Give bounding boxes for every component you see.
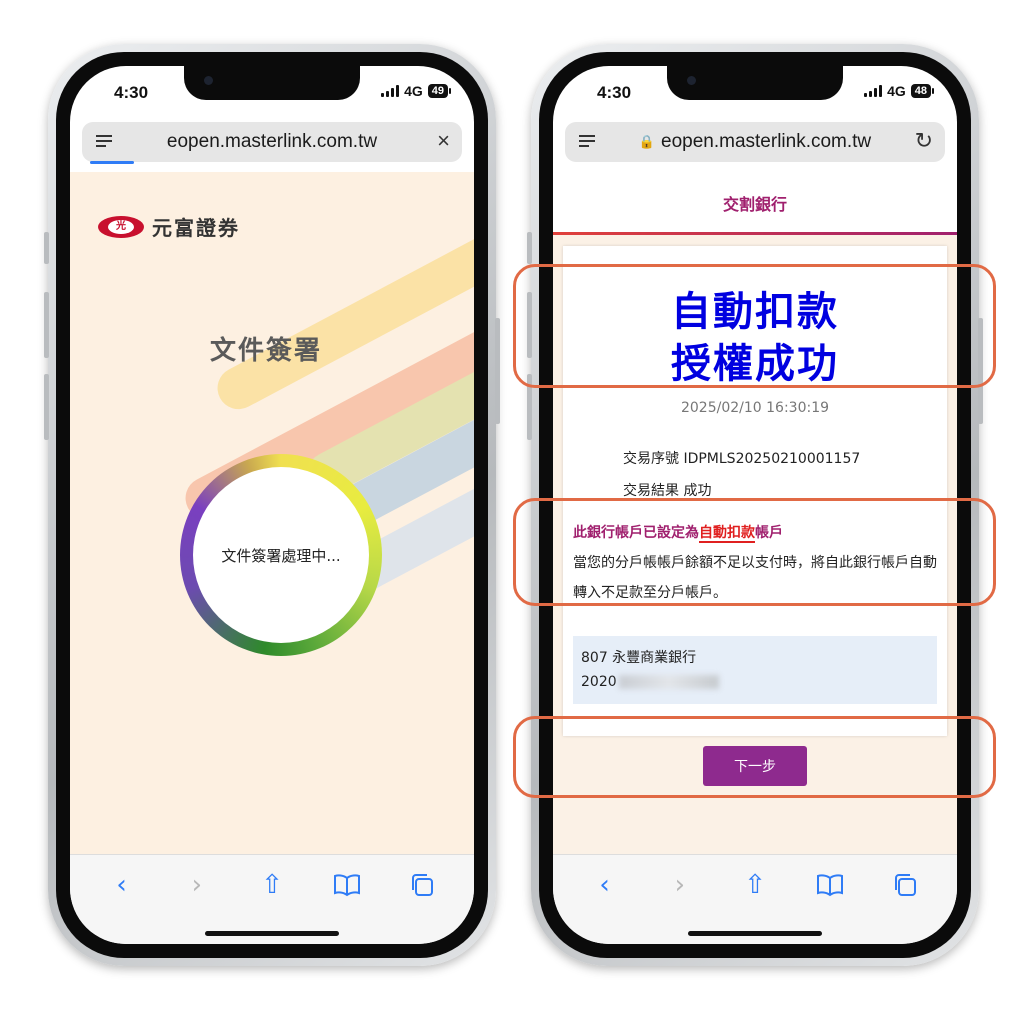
- forward-icon[interactable]: ›: [181, 869, 213, 901]
- reload-icon[interactable]: ↻: [915, 128, 933, 154]
- home-indicator: [688, 931, 822, 936]
- url-text[interactable]: eopen.masterlink.com.tw: [167, 131, 377, 153]
- txn-id-label: 交易序號: [623, 451, 679, 467]
- page-header: 交割銀行: [553, 172, 957, 234]
- status-right: 4G 48: [864, 83, 935, 99]
- brand: 光 元富證券: [98, 212, 240, 241]
- left-phone: 4:30 4G 49 eopen.masterlink.com.tw × 光 元…: [44, 44, 500, 966]
- logo-mark: 光: [108, 219, 134, 234]
- result-timestamp: 2025/02/10 16:30:19: [680, 400, 830, 416]
- txn-result-row: 交易結果 成功: [623, 480, 711, 500]
- loading-progress: [90, 161, 134, 164]
- highlight-result-title: [513, 264, 996, 388]
- notch: [184, 66, 360, 100]
- forward-icon[interactable]: ›: [664, 869, 696, 901]
- notch: [667, 66, 843, 100]
- address-bar[interactable]: 🔒 eopen.masterlink.com.tw ↻: [565, 122, 945, 162]
- status-time: 4:30: [114, 83, 149, 102]
- highlight-next-button: [513, 716, 996, 798]
- network-label: 4G: [887, 83, 906, 99]
- mute-switch: [527, 232, 532, 264]
- battery-icon: 49: [427, 84, 452, 98]
- reader-icon[interactable]: [96, 132, 112, 150]
- left-screen: 4:30 4G 49 eopen.masterlink.com.tw × 光 元…: [70, 66, 474, 944]
- brand-name: 元富證券: [152, 216, 240, 240]
- reader-icon[interactable]: [579, 132, 595, 150]
- highlight-notice: [513, 498, 996, 606]
- front-camera: [687, 76, 696, 85]
- status-time: 4:30: [597, 83, 632, 102]
- bookmarks-icon[interactable]: [331, 869, 363, 901]
- page-title: 文件簽署: [210, 336, 323, 366]
- txn-result-value: 成功: [683, 483, 712, 499]
- battery-icon: 48: [910, 84, 935, 98]
- txn-id-value: IDPMLS20250210001157: [683, 451, 861, 467]
- volume-down-button: [44, 374, 49, 440]
- network-label: 4G: [404, 83, 423, 99]
- processing-text: 文件簽署處理中...: [193, 467, 369, 643]
- bank-account-box: 807 永豐商業銀行 2020: [573, 636, 937, 704]
- tabs-icon[interactable]: [889, 869, 921, 901]
- browser-toolbar: ‹ › ⇧: [70, 854, 474, 944]
- share-icon[interactable]: ⇧: [739, 869, 771, 901]
- masterlink-logo: 光: [98, 215, 144, 238]
- tabs-icon[interactable]: [406, 869, 438, 901]
- txn-id-row: 交易序號 IDPMLS20250210001157: [623, 448, 860, 468]
- account-number: 2020: [581, 670, 929, 694]
- signal-icon: [864, 85, 883, 97]
- header-divider: [553, 232, 957, 235]
- signal-icon: [381, 85, 400, 97]
- lock-icon: 🔒: [638, 134, 656, 149]
- bank-name: 807 永豐商業銀行: [581, 650, 697, 666]
- home-indicator: [205, 931, 339, 936]
- share-icon[interactable]: ⇧: [256, 869, 288, 901]
- close-icon[interactable]: ×: [437, 128, 450, 154]
- status-right: 4G 49: [381, 83, 452, 99]
- txn-result-label: 交易結果: [623, 483, 679, 499]
- bookmarks-icon[interactable]: [814, 869, 846, 901]
- power-button: [495, 318, 500, 424]
- front-camera: [204, 76, 213, 85]
- volume-up-button: [44, 292, 49, 358]
- account-prefix: 2020: [581, 674, 617, 690]
- account-redacted: [618, 675, 719, 689]
- browser-toolbar: ‹ › ⇧: [553, 854, 957, 944]
- back-icon[interactable]: ‹: [589, 869, 621, 901]
- signing-page: 光 元富證券 文件簽署 文件簽署處理中...: [70, 172, 474, 854]
- loading-spinner: 文件簽署處理中...: [180, 454, 382, 656]
- url-text[interactable]: eopen.masterlink.com.tw: [661, 131, 871, 153]
- back-icon[interactable]: ‹: [106, 869, 138, 901]
- mute-switch: [44, 232, 49, 264]
- address-bar[interactable]: eopen.masterlink.com.tw ×: [82, 122, 462, 164]
